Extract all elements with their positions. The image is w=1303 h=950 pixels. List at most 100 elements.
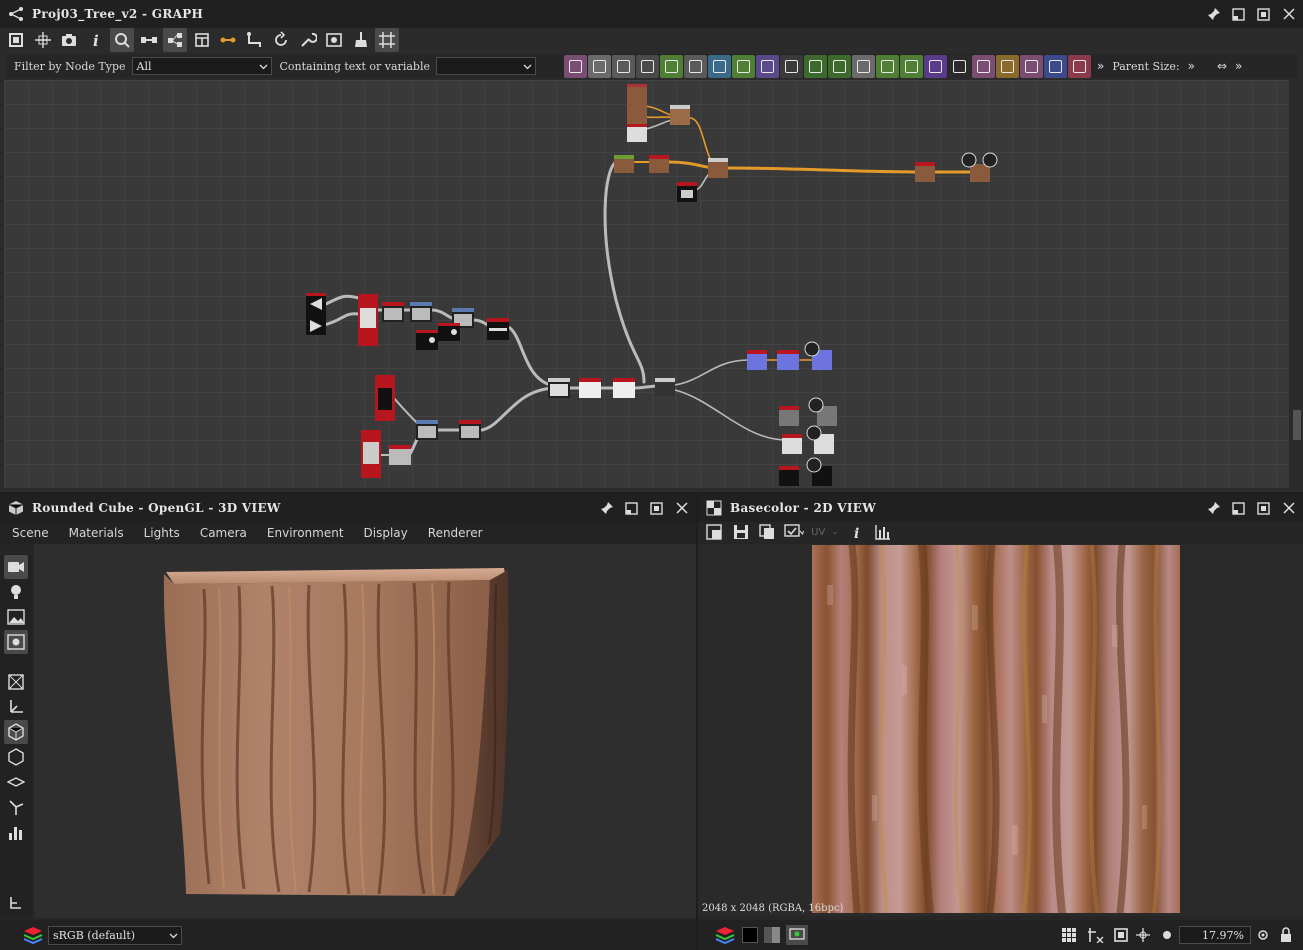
blend-node-icon[interactable] [683,54,707,78]
close-icon[interactable] [673,500,690,517]
pin-icon[interactable] [1205,500,1222,517]
tiling-icon[interactable] [1087,927,1105,943]
graph-node[interactable] [614,155,634,173]
graph-node[interactable] [487,318,509,340]
bitmap-node-icon[interactable] [587,54,611,78]
shuffle-node-icon[interactable] [635,54,659,78]
graph-node[interactable] [358,294,378,346]
preview-icon[interactable] [786,925,808,945]
gradient-node-icon[interactable] [731,54,755,78]
camera-icon[interactable] [4,555,28,579]
lock-icon[interactable] [1279,927,1293,943]
pin-icon[interactable] [1205,6,1222,23]
histogram-icon[interactable] [871,520,895,544]
close-icon[interactable] [1280,500,1297,517]
sphere-node-icon[interactable] [755,54,779,78]
bake-node-icon[interactable] [803,54,827,78]
more-icon[interactable]: » [1188,59,1195,73]
tiles-node-icon[interactable] [779,54,803,78]
graph-canvas[interactable] [4,80,1289,488]
copy-icon[interactable] [755,520,779,544]
zoom-in-icon[interactable] [1257,929,1269,941]
slider-node-icon[interactable] [851,54,875,78]
hierarchy-icon[interactable] [163,28,187,52]
fit-icon[interactable] [702,520,726,544]
color-space-select[interactable]: sRGB (default) [48,925,182,945]
fit-icon[interactable] [31,28,55,52]
graph-node[interactable] [708,158,728,178]
maximize-icon[interactable] [648,500,665,517]
graph-node[interactable] [779,406,799,426]
hierarchy-icon[interactable] [4,891,28,915]
uv-icon[interactable]: UV ⌄ [808,520,842,544]
output-icon[interactable] [804,341,820,357]
info-icon[interactable]: i [845,520,869,544]
bake-icon[interactable] [322,28,346,52]
graph-node[interactable] [613,378,635,398]
zoom-input[interactable]: 17.97% [1179,926,1251,944]
graph-node[interactable] [579,378,601,398]
noise-node-icon[interactable] [947,54,971,78]
display-icon[interactable] [782,520,806,544]
graph-node[interactable] [438,323,460,341]
curve-node-icon[interactable] [659,54,683,78]
camera-icon[interactable] [57,28,81,52]
connect-icon[interactable] [216,28,240,52]
stats-icon[interactable] [4,820,28,844]
cube-outline-icon[interactable] [4,745,28,769]
graph-node[interactable] [382,302,404,322]
output-icon[interactable] [806,457,822,473]
graph-scroll-thumb[interactable] [1293,410,1301,440]
grid-icon[interactable] [375,28,399,52]
layers-color-icon[interactable] [714,925,736,945]
view3d-viewport[interactable] [34,544,696,918]
graph-node[interactable] [779,466,799,486]
node-type-select[interactable]: All [131,57,272,75]
text-node-icon[interactable] [1019,54,1043,78]
graph-node[interactable] [459,420,481,440]
graph-node[interactable] [361,430,381,478]
graph-node[interactable] [655,378,675,396]
graph-node[interactable] [782,434,802,454]
route-icon[interactable] [243,28,267,52]
graph-node[interactable] [375,375,395,421]
wrench-icon[interactable] [296,28,320,52]
zoom-out-icon[interactable] [1161,929,1173,941]
view2d-viewport[interactable]: 2048 x 2048 (RGBA, 16bpc) [698,544,1303,916]
output-icon[interactable] [961,152,977,168]
menu-environment[interactable]: Environment [267,526,344,540]
channel-black-icon[interactable] [742,927,758,943]
drop-node-icon[interactable] [611,54,635,78]
refresh-icon[interactable] [269,28,293,52]
menu-scene[interactable]: Scene [12,526,49,540]
float-icon[interactable] [623,500,640,517]
layers-color-icon[interactable] [22,925,44,945]
output-icon[interactable] [808,397,824,413]
menu-camera[interactable]: Camera [200,526,247,540]
graph-node[interactable] [389,445,411,465]
frame-icon[interactable] [1113,927,1129,943]
grid-icon[interactable] [1061,927,1077,943]
graph-node[interactable] [548,378,570,398]
broom-icon[interactable] [349,28,373,52]
maximize-icon[interactable] [1255,500,1272,517]
float-icon[interactable] [1230,6,1247,23]
channel-split-icon[interactable] [764,927,780,943]
contrast-node-icon[interactable] [875,54,899,78]
graph-node[interactable] [306,315,326,335]
more-icon[interactable]: » [1097,59,1104,73]
layers-icon[interactable] [190,28,214,52]
search-icon[interactable] [110,28,134,52]
axis-icon[interactable] [4,695,28,719]
menu-renderer[interactable]: Renderer [428,526,483,540]
graph-nodes[interactable] [306,84,998,486]
more-icon[interactable]: » [1235,59,1242,73]
wireframe-icon[interactable] [4,670,28,694]
graph-node[interactable] [747,350,767,370]
graph-node[interactable] [416,420,438,440]
graph-node[interactable] [410,302,432,322]
warp-node-icon[interactable] [971,54,995,78]
connector-icon[interactable]: ⇔ [1217,59,1227,73]
select-node-icon[interactable] [1043,54,1067,78]
water-node-icon[interactable] [827,54,851,78]
